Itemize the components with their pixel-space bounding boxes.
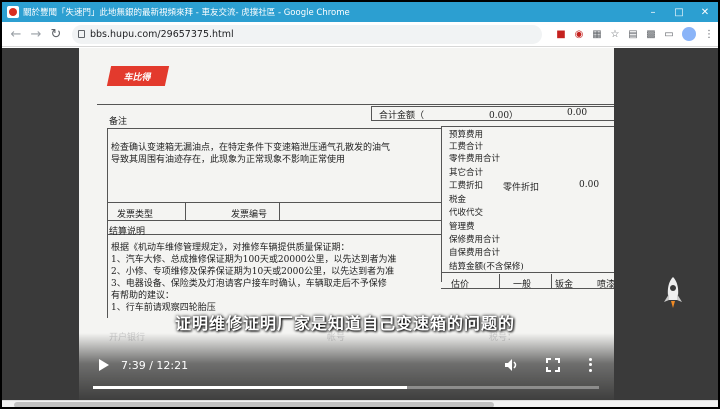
translate-icon[interactable]: ▦ (588, 24, 606, 44)
right-item: 代收代交 (449, 208, 484, 218)
browser-toolbar: ← → ↻ bbs.hupu.com/29657375.html ■ ◉ ▦ ☆… (2, 22, 718, 47)
video-subtitle: 证明维修证明厂家是知道自己变速箱的问题的 (174, 314, 515, 333)
metal-label: 钣金 (555, 280, 574, 290)
profile-avatar[interactable] (682, 27, 696, 41)
video-progress-bar[interactable] (93, 386, 599, 389)
minimize-button[interactable]: – (640, 2, 666, 22)
reload-icon[interactable]: ↻ (46, 24, 66, 44)
lock-icon[interactable] (72, 30, 90, 38)
title-bar: 關於豐聞「失速門」此地無銀的最新視頻來拜 - 車友交流- 虎撲社區 - Goog… (2, 2, 718, 22)
window-title: 關於豐聞「失速門」此地無銀的最新視頻來拜 - 車友交流- 虎撲社區 - Goog… (23, 8, 350, 18)
invoice-type-label: 发票类型 (117, 210, 154, 220)
parts-discount-label: 零件折扣 (503, 183, 540, 193)
channel-logo: 车比得 (106, 66, 170, 86)
total-value: 0.00） (489, 111, 519, 121)
back-to-top-rocket-icon[interactable] (660, 276, 686, 310)
cast-icon[interactable]: ▭ (660, 24, 678, 44)
menu-kebab-icon[interactable]: ⋮ (700, 24, 718, 44)
right-item: 税金 (449, 195, 467, 205)
right-item: 其它合计 (449, 168, 484, 178)
maximize-button[interactable]: □ (666, 2, 692, 22)
bookmark-star-icon[interactable]: ☆ (606, 24, 624, 44)
scrollbar-thumb[interactable] (14, 402, 494, 407)
right-item: 工费折扣 (449, 181, 484, 191)
browser-window: 關於豐聞「失速門」此地無銀的最新視頻來拜 - 車友交流- 虎撲社區 - Goog… (0, 0, 720, 409)
back-icon[interactable]: ← (6, 24, 26, 44)
more-options-icon[interactable] (587, 357, 593, 373)
close-button[interactable]: ✕ (692, 2, 718, 22)
video-progress-fill (93, 386, 407, 389)
right-item: 零件费用合计 (449, 154, 501, 164)
right-item: 工费合计 (449, 142, 484, 152)
right-item: 自保费用合计 (449, 248, 501, 258)
horizontal-scrollbar[interactable] (2, 400, 718, 407)
extension-icon-red[interactable]: ■ (552, 24, 570, 44)
settlement-label: 结算说明 (109, 227, 146, 237)
extension-icon-screen[interactable]: ▤ (624, 24, 642, 44)
estimate-label: 估价 (451, 280, 470, 290)
url-text: bbs.hupu.com/29657375.html (90, 28, 234, 40)
remark-text-2: 导致其周围有油迹存在，此现象为正常现象不影响正常使用 (111, 155, 346, 165)
paint-label: 喷漆 (597, 280, 614, 290)
right-item: 保修费用合计 (449, 235, 501, 245)
right-item: 管理费 (449, 222, 475, 232)
fullscreen-icon[interactable] (545, 357, 561, 373)
play-icon[interactable] (95, 357, 111, 373)
extension-icon-adblock[interactable]: ◉ (570, 24, 588, 44)
invoice-number-label: 发票编号 (231, 210, 268, 220)
discount-value: 0.00 (579, 180, 600, 190)
right-item: 结算金额(不含保修) (449, 262, 524, 272)
address-bar[interactable]: bbs.hupu.com/29657375.html (72, 24, 542, 44)
general-label: 一般 (513, 280, 532, 290)
video-controls: 7:39 / 12:21 (79, 333, 614, 401)
video-player[interactable]: 车比得 合计金额（ 0.00） 0.00 备注 检查确认变速箱无漏油点，在特定条… (79, 48, 614, 401)
volume-icon[interactable] (503, 357, 519, 373)
favicon-icon (7, 6, 19, 18)
right-item: 预算费用 (449, 130, 484, 140)
total-value-2: 0.00 (567, 108, 588, 118)
extension-icon-print[interactable]: ▩ (642, 24, 660, 44)
page-content: 车比得 合计金额（ 0.00） 0.00 备注 检查确认变速箱无漏油点，在特定条… (2, 48, 718, 407)
total-label: 合计金额（ (379, 111, 425, 121)
forward-icon[interactable]: → (26, 24, 46, 44)
remark-label: 备注 (109, 117, 128, 127)
video-time: 7:39 / 12:21 (121, 359, 189, 372)
